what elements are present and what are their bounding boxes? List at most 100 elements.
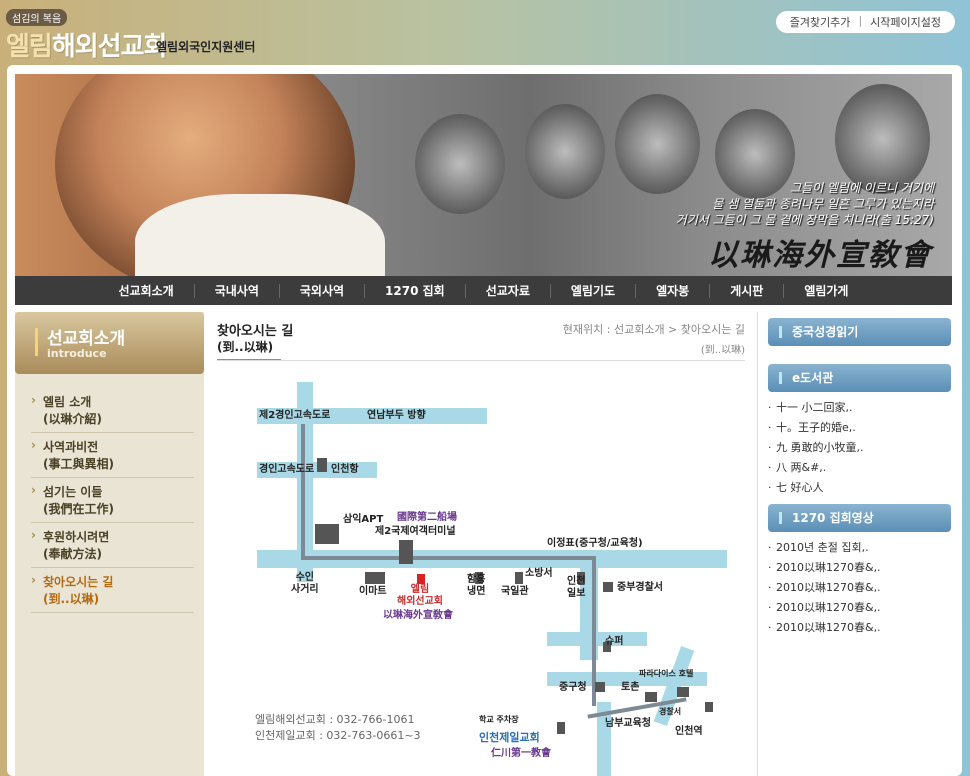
list-item[interactable]: 九 勇敢的小牧童,. [768,438,954,458]
hero-quote-line: 그들이 엘림에 이르니 거기에 [790,181,934,195]
list-item[interactable]: 十。王子的婚e,. [768,418,954,438]
map-building [603,582,613,592]
contact-line: 인천제일교회 : 032-763-0661~3 [255,729,421,742]
list-item[interactable]: 2010년 춘절 집회,. [768,538,954,558]
sidebar-item-sub: (我們在工作) [43,502,114,516]
list-item[interactable]: 2010以琳1270春&,. [768,598,954,618]
nav-item-overseas[interactable]: 국외사역 [280,283,366,298]
top-links: 즐겨찾기추가 | 시작페이지설정 [775,11,955,33]
map-label: 중구청 [559,682,587,693]
homepage-link[interactable]: 시작페이지설정 [870,14,941,30]
map-label-line: 엘림 [410,584,430,595]
map-building [705,702,713,712]
map-building [399,540,413,564]
map-label-line: 인천 [567,576,586,587]
map-label: 인천 일보 [567,576,585,600]
breadcrumb-sub: (到..以琳) [700,345,745,356]
sidebar-menu: 엘림 소개 (以琳介紹) 사역과비전 (事工與異相) 섬기는 이들 (我們在工作) 후… [15,388,204,613]
map-label: 함흥 냉면 [467,574,485,598]
directions-map: 제2경인고속도로 연남부두 방향 경인고속도로 인천항 삼익APT 國際第二船場… [247,382,727,776]
map-building [315,524,339,544]
nav-item-1270[interactable]: 1270 집회 [365,283,466,298]
map-label-line: 해외선교회 [397,596,443,607]
breadcrumb: 현재위치 : 선교회소개 > 찾아오시는 길 [562,323,745,336]
title-divider [217,360,745,361]
contact-line: 엘림해외선교회 : 032-766-1061 [255,713,415,726]
map-building [645,692,657,702]
video-header[interactable]: 1270 집회영상 [768,504,951,532]
hero-quote-line: 거기서 그들이 그 물 곁에 장막을 치니라(출 15:27) [675,213,934,227]
map-label: 중부경찰서 [617,582,663,593]
hero-photo-shirt [135,194,385,276]
sidebar-item-directions[interactable]: 찾아오시는 길 (到..以琳) [31,568,194,613]
logo-accent: 엘림 [6,32,53,62]
map-label: 남부교육청 [605,718,651,729]
nav-item-resources[interactable]: 선교자료 [466,283,551,298]
hero-quote: 그들이 엘림에 이르니 거기에 물 샘 열둘과 종려나무 일흔 그루가 있는지라… [676,180,934,228]
map-label-line: 수인 [295,572,314,583]
sidebar-title-box: 선교회소개 introduce [15,312,204,374]
list-item[interactable]: 2010以琳1270春&,. [768,558,954,578]
hero-photo-person [525,104,605,199]
map-label: 以琳海外宣敎會 [383,610,453,621]
bible-reading-header[interactable]: 중국성경읽기 [768,318,951,346]
map-label: 國際第二船場 [397,512,457,523]
list-item[interactable]: 七 好心人 [768,478,954,498]
sidebar-item-vision[interactable]: 사역과비전 (事工與異相) [31,433,194,478]
map-marker [417,574,425,584]
nav-item-volunteer[interactable]: 엘자봉 [636,283,711,298]
sidebar-item-label: 엘림 소개 [43,395,92,409]
site-logo[interactable]: 엘림해외선교회 [6,26,168,63]
list-item[interactable]: 十一 小二回家,. [768,398,954,418]
page-title: 찾아오시는 길 [217,324,294,339]
nav-item-shop[interactable]: 엘림가게 [784,284,868,298]
left-sidebar: 선교회소개 introduce 엘림 소개 (以琳介紹) 사역과비전 (事工與異相)… [15,312,204,776]
map-label: 仁川第一教會 [491,748,551,759]
map-label-line: 사거리 [291,584,319,595]
nav-item-intro[interactable]: 선교회소개 [99,283,195,298]
sidebar-item-about[interactable]: 엘림 소개 (以琳介紹) [31,388,194,433]
map-label-line: 냉면 [467,586,486,597]
elibrary-list: 十一 小二回家,. 十。王子的婚e,. 九 勇敢的小牧童,. 八 两&#,. 七… [768,398,954,498]
map-building [557,722,565,734]
contact-info: 엘림해외선교회 : 032-766-1061 인천제일교회 : 032-763-… [255,712,421,744]
sidebar-item-staff[interactable]: 섬기는 이들 (我們在工作) [31,478,194,523]
list-item[interactable]: 八 两&#,. [768,458,954,478]
sidebar-item-sub: (到..以琳) [43,592,100,606]
map-building [515,572,523,584]
list-item[interactable]: 2010以琳1270春&,. [768,618,954,638]
map-building [677,687,689,697]
hero-photo-person [615,94,700,194]
map-label: 삼익APT [343,514,384,525]
sidebar-title-bar [35,328,38,356]
map-route [301,556,596,560]
map-label: 수인 사거리 [291,572,319,596]
hero-photo-person [415,114,505,214]
map-building [317,458,327,472]
map-label: 제2국제여객터미널 [375,526,456,537]
right-sidebar: 중국성경읽기 e도서관 十一 小二回家,. 十。王子的婚e,. 九 勇敢的小牧童… [757,312,954,776]
logo-main: 해외선교회 [51,32,168,62]
map-route [301,424,305,558]
nav-item-board[interactable]: 게시판 [710,283,785,298]
nav-item-prayer[interactable]: 엘림기도 [551,283,637,298]
map-label: 이정표(중구청/교육청) [547,538,643,549]
sidebar-item-donate[interactable]: 후원하시려면 (奉献方法) [31,523,194,568]
map-label: 토촌 [621,682,640,693]
sidebar-title: 선교회소개 [47,329,126,349]
map-label: 인천역 [675,726,703,737]
site-header: 섬김의 복음 엘림해외선교회 엘림외국인지원센터 즐겨찾기추가 | 시작페이지설… [0,0,970,64]
map-label: 경찰서 [659,707,682,716]
nav-item-domestic[interactable]: 국내사역 [195,283,280,298]
sidebar-item-label: 섬기는 이들 [43,485,103,499]
hero-banner: 그들이 엘림에 이르니 거기에 물 샘 열둘과 종려나무 일흔 그루가 있는지라… [15,74,952,276]
map-label: 국일관 [501,586,529,597]
elibrary-header[interactable]: e도서관 [768,364,951,392]
sidebar-item-label: 사역과비전 [43,440,99,454]
list-item[interactable]: 2010以琳1270春&,. [768,578,954,598]
sidebar-item-label: 후원하시려면 [43,530,110,544]
map-road [547,632,647,646]
bookmark-link[interactable]: 즐겨찾기추가 [790,14,851,30]
sidebar-item-sub: (以琳介紹) [43,412,102,426]
